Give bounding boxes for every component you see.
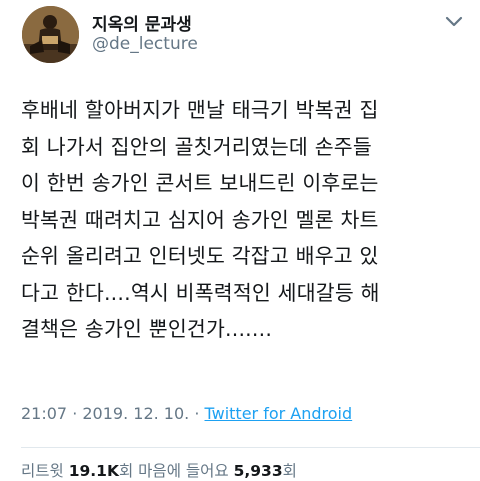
divider: [21, 447, 480, 448]
retweets-stat[interactable]: 리트윗 19.1K회: [21, 462, 138, 480]
chevron-down-icon[interactable]: [445, 14, 463, 28]
likes-count: 5,933: [233, 462, 283, 480]
tweet-source-link[interactable]: Twitter for Android: [205, 404, 353, 423]
likes-stat[interactable]: 마음에 들어요 5,933회: [138, 462, 297, 480]
tweet-text-line: 결책은 송가인 뿐인건가.......: [21, 317, 273, 341]
display-name[interactable]: 지옥의 문과생: [92, 10, 192, 35]
tweet-meta: 21:07 · 2019. 12. 10. · Twitter for Andr…: [21, 404, 352, 423]
tweet-text-line: 이 한번 송가인 콘서트 보내드린 이후로는: [21, 171, 379, 195]
tweet-text-line: 회 나가서 집안의 골칫거리였는데 손주들: [21, 134, 372, 159]
tweet-text-line: 다고 한다....역시 비폭력적인 세대갈등 해: [21, 280, 380, 305]
tweet-text-line: 박복권 때려치고 심지어 송가인 멜론 차트: [21, 207, 379, 232]
tweet-text-line: 후배네 할아버지가 맨날 태극기 박복권 집: [21, 98, 379, 122]
tweet-stats: 리트윗 19.1K회 마음에 들어요 5,933회: [21, 459, 297, 481]
likes-suffix: 회: [282, 462, 297, 480]
tweet-card: 지옥의 문과생 @de_lecture 후배네 할아버지가 맨날 태극기 박복권…: [0, 0, 480, 481]
tweet-text: 후배네 할아버지가 맨날 태극기 박복권 집 회 나가서 집안의 골칫거리였는데…: [21, 92, 473, 348]
tweet-timestamp[interactable]: 21:07 · 2019. 12. 10. ·: [21, 404, 205, 423]
likes-label: 마음에 들어요: [138, 462, 234, 480]
retweets-count: 19.1K: [68, 462, 119, 480]
retweets-suffix: 회: [118, 462, 139, 480]
avatar[interactable]: [22, 6, 79, 63]
avatar-image: [22, 6, 79, 63]
user-handle[interactable]: @de_lecture: [92, 34, 198, 54]
tweet-text-line: 순위 올리려고 인터넷도 각잡고 배우고 있: [21, 244, 379, 268]
retweets-label: 리트윗: [21, 462, 69, 480]
